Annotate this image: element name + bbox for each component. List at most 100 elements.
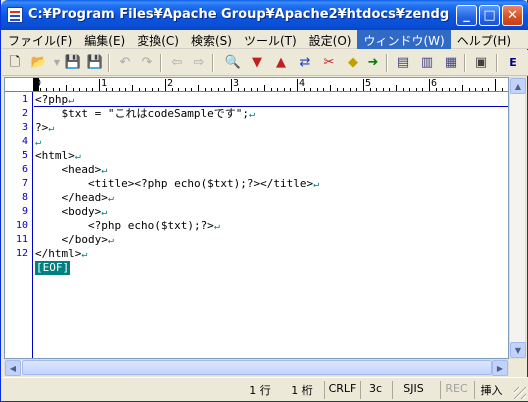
toolbar-tail-button[interactable]: E: [504, 54, 522, 72]
code-line[interactable]: <?php echo($txt);?>↵: [35, 219, 220, 233]
new-file-icon[interactable]: 🗋: [6, 54, 24, 72]
ruler-tick: [310, 88, 312, 91]
code-text: </html>: [35, 247, 82, 260]
menu-item[interactable]: ウィンドウ(W): [357, 30, 451, 49]
line-number: 7: [21, 178, 28, 189]
tag-jump-icon[interactable]: ▦: [442, 54, 460, 72]
back-icon[interactable]: ⇦: [168, 54, 186, 72]
ruler-tick: [356, 88, 358, 91]
menu-item[interactable]: 設定(O): [303, 30, 358, 49]
search-prev-icon[interactable]: ▲: [272, 54, 290, 72]
menu-item[interactable]: 編集(E): [78, 30, 131, 49]
toolbar-separator: [496, 54, 498, 72]
open-folder-icon[interactable]: 📂: [30, 54, 48, 72]
line-number: 11: [15, 234, 28, 245]
ruler-tick: [303, 88, 305, 91]
newline-mark-icon: ↵: [213, 221, 220, 232]
code-text: <?php echo($txt);?>: [35, 219, 214, 232]
horizontal-scrollbar[interactable]: ◀ ▶: [4, 359, 509, 376]
menu-item[interactable]: 検索(S): [185, 30, 238, 49]
code-line[interactable]: <head>↵: [35, 163, 107, 177]
code-line[interactable]: <body>↵: [35, 205, 107, 219]
replace-icon[interactable]: ⇄: [296, 54, 314, 72]
grep-icon[interactable]: ◆: [344, 54, 362, 72]
ruler-tick: [198, 85, 199, 91]
ruler-tick: [495, 79, 496, 91]
line-number: 1: [21, 94, 28, 105]
code-line[interactable]: ↵: [35, 135, 41, 149]
code-line[interactable]: $txt = "これはcodeSampleです";↵: [35, 107, 255, 121]
menu-item[interactable]: ヘルプ(H): [451, 30, 517, 49]
code-text: <?php: [35, 93, 69, 106]
scrollbar-corner: [509, 359, 526, 376]
menu-item[interactable]: ファイル(F): [2, 30, 78, 49]
compare-icon[interactable]: ▤: [394, 54, 412, 72]
code-text: <title><?php echo($txt);?></title>: [35, 177, 314, 190]
newline-mark-icon: ↵: [107, 193, 114, 204]
forward-icon[interactable]: ⇨: [190, 54, 208, 72]
code-text: $txt = "これはcodeSampleです";: [35, 107, 249, 120]
save-as-icon[interactable]: 💾: [86, 54, 104, 72]
code-text: <head>: [35, 163, 102, 176]
line-number: 9: [21, 206, 28, 217]
newline-mark-icon: ↵: [101, 165, 108, 176]
scroll-left-button[interactable]: ◀: [5, 360, 21, 376]
status-bar: 1 行 1 桁 CRLF 3c SJIS REC 挿入: [2, 377, 528, 401]
ruler-tick: [118, 88, 120, 91]
ruler-tick: [191, 88, 193, 91]
app-icon[interactable]: [7, 7, 23, 23]
search-next-icon[interactable]: ▼: [248, 54, 266, 72]
menu-item[interactable]: 変換(C): [131, 30, 185, 49]
newline-mark-icon: ↵: [68, 95, 75, 106]
newline-mark-icon: ↵: [35, 137, 42, 148]
code-line[interactable]: </html>↵: [35, 247, 87, 261]
ruler-tick: [363, 79, 364, 91]
eof-marker: [EOF]: [35, 261, 71, 275]
horizontal-scroll-thumb[interactable]: [22, 360, 492, 375]
code-line[interactable]: <html>↵: [35, 149, 81, 163]
ruler-tick: [79, 88, 81, 91]
code-line[interactable]: <title><?php echo($txt);?></title>↵: [35, 177, 319, 191]
code-line[interactable]: <?php↵: [35, 93, 74, 107]
ruler-tick: [376, 88, 378, 91]
code-line[interactable]: </head>↵: [35, 191, 114, 205]
code-text: <html>: [35, 149, 75, 162]
menu-bar: ファイル(F) 編集(E) 変換(C) 検索(S) ツール(T) 設定(O) ウィンドウ(W…: [2, 30, 528, 49]
ruler-tick: [125, 88, 127, 91]
ruler-tick: [52, 88, 54, 91]
settings-icon[interactable]: ▣: [472, 54, 490, 72]
save-icon[interactable]: 💾: [64, 54, 82, 72]
ruler-tick: [99, 79, 100, 91]
scroll-right-button[interactable]: ▶: [492, 360, 508, 376]
title-bar[interactable]: C:¥Program Files¥Apache Group¥Apache2¥ht…: [1, 0, 528, 30]
ruler-tick: [481, 88, 483, 91]
ruler-tick: [297, 79, 298, 91]
search-icon[interactable]: 🔍: [224, 54, 242, 72]
menu-item[interactable]: ツール(T): [238, 30, 303, 49]
newline-mark-icon: ↵: [74, 151, 81, 162]
resize-grip-icon[interactable]: [514, 387, 526, 399]
ruler-tick: [178, 88, 180, 91]
ruler-tick: [396, 85, 397, 91]
outline-icon[interactable]: ▥: [418, 54, 436, 72]
maximize-button[interactable]: □: [479, 5, 500, 26]
jump-icon[interactable]: ➜: [364, 54, 382, 72]
scroll-down-button[interactable]: ▼: [510, 342, 526, 358]
clear-mark-icon[interactable]: ✂: [320, 54, 338, 72]
code-line[interactable]: ?>↵: [35, 121, 54, 135]
redo-icon[interactable]: ↷: [138, 54, 156, 72]
line-number: 5: [21, 150, 28, 161]
minimize-button[interactable]: _: [456, 5, 477, 26]
code-text: <body>: [35, 205, 102, 218]
text-editor[interactable]: 0123456 1 2 3 4 5 6 7 8 9 10 11 12 <?php↵ $txt = "こ…: [4, 77, 509, 359]
scroll-up-button[interactable]: ▲: [510, 78, 526, 94]
ruler-tick: [92, 88, 94, 91]
close-button[interactable]: ✕: [502, 5, 523, 26]
undo-icon[interactable]: ↶: [116, 54, 134, 72]
code-line[interactable]: </body>↵: [35, 233, 113, 247]
ruler-tick: [369, 88, 371, 91]
vertical-scrollbar[interactable]: ▲ ▼: [509, 77, 526, 359]
ruler-tick: [211, 88, 213, 91]
arrow-left-icon: ◀: [9, 363, 17, 373]
line-number: 10: [15, 220, 28, 231]
